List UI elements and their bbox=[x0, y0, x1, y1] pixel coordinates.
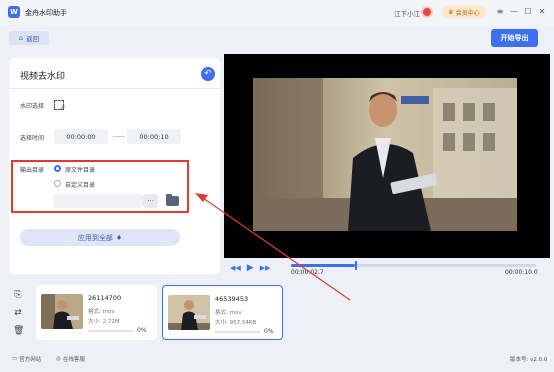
member-center-button[interactable]: ♛ 会员中心 bbox=[442, 6, 486, 18]
app-title: 金舟水印助手 bbox=[25, 9, 67, 17]
watermark-select-label: 水印选择 bbox=[20, 103, 45, 110]
time-separator bbox=[113, 136, 125, 137]
current-time: 00:00:02.7 bbox=[291, 269, 324, 276]
file-thumbnail bbox=[168, 295, 210, 330]
time-label: 选择时间 bbox=[20, 135, 45, 142]
close-icon[interactable]: ✕ bbox=[537, 7, 547, 17]
start-export-button[interactable]: 开始导出 bbox=[491, 29, 538, 47]
panel-title: 视频去水印 bbox=[20, 72, 66, 82]
rewind-icon[interactable]: ◀◀ bbox=[230, 264, 241, 272]
fast-forward-icon[interactable]: ▶▶ bbox=[260, 264, 271, 272]
delete-icon[interactable]: 🗑 bbox=[13, 326, 24, 336]
maximize-icon[interactable]: ☐ bbox=[523, 7, 533, 17]
annotation-highlight-box bbox=[11, 160, 189, 213]
start-time-input[interactable]: 00:00:00 bbox=[54, 129, 108, 144]
file-progress-bar bbox=[215, 331, 260, 333]
title-bar: W 金舟水印助手 江下小江 ♛ 会员中心 ≡ — ☐ ✕ bbox=[0, 0, 554, 25]
file-name: 26114700 bbox=[88, 294, 122, 302]
file-progress-percent: 0% bbox=[264, 328, 274, 335]
file-thumbnail bbox=[41, 294, 83, 329]
home-icon: ⌂ bbox=[18, 34, 24, 42]
total-time: 00:00:10.0 bbox=[505, 269, 538, 276]
file-progress-bar bbox=[88, 330, 133, 332]
crown-icon: ♛ bbox=[448, 8, 454, 16]
minimize-icon[interactable]: — bbox=[509, 7, 519, 17]
file-format: 格式: mov bbox=[88, 309, 115, 315]
apply-to-all-button[interactable]: 应用到全部 ♦ bbox=[20, 229, 180, 246]
diamond-icon: ♦ bbox=[115, 233, 123, 242]
app-logo-icon: W bbox=[8, 6, 20, 18]
support-label: 在线客服 bbox=[62, 357, 85, 363]
file-size: 大小: 957.54KB bbox=[215, 320, 257, 326]
play-icon[interactable]: ▶ bbox=[247, 263, 254, 273]
progress-fill bbox=[291, 264, 355, 267]
version-label: 版本号: v2.0.0 bbox=[510, 357, 548, 363]
file-progress-percent: 0% bbox=[137, 327, 147, 334]
divider bbox=[9, 88, 220, 89]
support-link[interactable]: ◎ 在线客服 bbox=[56, 355, 85, 363]
add-file-icon[interactable]: ⎘ bbox=[13, 290, 23, 300]
file-name: 46539453 bbox=[215, 295, 249, 303]
website-icon: ▭ bbox=[12, 356, 18, 362]
progress-thumb[interactable] bbox=[354, 261, 357, 270]
undo-icon[interactable]: ↶ bbox=[201, 67, 215, 81]
file-size: 大小: 2.72M bbox=[88, 319, 120, 325]
official-website-link[interactable]: ▭ 官方网站 bbox=[12, 355, 41, 363]
video-frame bbox=[253, 78, 517, 231]
file-card[interactable]: 26114700 格式: mov 大小: 2.72M 0% bbox=[36, 285, 157, 340]
headset-icon: ◎ bbox=[56, 356, 61, 362]
add-folder-icon[interactable]: ⇄ bbox=[13, 308, 23, 318]
back-label: 返回 bbox=[26, 35, 40, 43]
menu-icon[interactable]: ≡ bbox=[495, 7, 505, 17]
file-card-selected[interactable]: 46539453 格式: mov 大小: 957.54KB 0% bbox=[162, 285, 283, 340]
playback-controls: ◀◀ ▶ ▶▶ bbox=[230, 261, 270, 275]
end-time-input[interactable]: 00:00:10 bbox=[127, 129, 181, 144]
avatar[interactable] bbox=[421, 6, 433, 18]
member-center-label: 会员中心 bbox=[455, 9, 480, 17]
official-website-label: 官方网站 bbox=[19, 357, 42, 363]
back-button[interactable]: ⌂ 返回 bbox=[9, 31, 49, 45]
apply-to-all-label: 应用到全部 bbox=[77, 233, 113, 242]
video-frame-image bbox=[253, 78, 517, 231]
progress-bar[interactable] bbox=[291, 261, 536, 270]
file-format: 格式: mov bbox=[215, 310, 242, 316]
cursor-icon: ➚ bbox=[59, 103, 66, 112]
user-name[interactable]: 江下小江 bbox=[394, 8, 420, 18]
